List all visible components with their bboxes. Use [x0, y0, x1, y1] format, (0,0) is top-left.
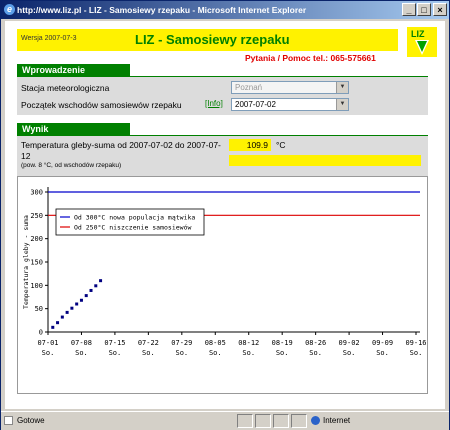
result-value: 109.9 — [229, 139, 271, 151]
x-tick-label: 09-16 — [405, 339, 426, 347]
window-title: http://www.liz.pl - LIZ - Samosiewy rzep… — [17, 5, 307, 15]
data-point — [79, 298, 83, 302]
x-tick-day-label: So. — [276, 349, 289, 357]
data-point — [99, 279, 103, 283]
y-tick-label: 150 — [30, 259, 43, 267]
x-tick-label: 08-12 — [238, 339, 259, 347]
x-tick-day-label: So. — [175, 349, 188, 357]
x-tick-day-label: So. — [42, 349, 55, 357]
legend-label: Od 300°C nowa populacja mątwika — [74, 214, 195, 222]
x-tick-day-label: So. — [242, 349, 255, 357]
y-tick-label: 100 — [30, 282, 43, 290]
globe-icon — [311, 416, 320, 425]
status-cell — [237, 414, 253, 428]
close-button[interactable]: × — [433, 3, 447, 16]
x-tick-day-label: So. — [309, 349, 322, 357]
chevron-down-icon: ▼ — [336, 82, 348, 93]
data-point — [94, 284, 98, 288]
y-axis-label: Temperatura gleby - suma — [22, 215, 30, 309]
zone-label: Internet — [323, 416, 351, 425]
liz-logo: LIZ — [407, 27, 437, 57]
data-point — [56, 321, 60, 325]
result-unit: °C — [276, 140, 286, 150]
status-cell — [273, 414, 289, 428]
y-tick-label: 50 — [35, 305, 43, 313]
status-cell — [291, 414, 307, 428]
start-date-label: Początek wschodów samosiewów rzepaku — [21, 100, 182, 110]
legend-label: Od 250°C niszczenie samosiewów — [74, 224, 191, 232]
data-point — [65, 310, 69, 314]
x-tick-label: 07-22 — [138, 339, 159, 347]
title-bar: e http://www.liz.pl - LIZ - Samosiewy rz… — [1, 1, 449, 19]
x-tick-label: 07-15 — [104, 339, 125, 347]
page-icon — [4, 416, 13, 425]
temperature-chart: 0 50 100 150 200 250 300 07-01 So. 07-08 So. 07-15 S… — [22, 187, 427, 357]
help-phone: Pytania / Pomoc tel.: 065-575661 — [245, 53, 376, 63]
chevron-down-icon: ▼ — [336, 99, 348, 110]
data-point — [75, 302, 79, 306]
logo-arrow-icon — [415, 40, 429, 55]
chart-panel: 0 50 100 150 200 250 300 07-01 So. 07-08 So. 07-15 S… — [17, 176, 428, 394]
status-text: Gotowe — [17, 416, 45, 425]
data-point — [70, 306, 74, 310]
x-tick-day-label: So. — [376, 349, 389, 357]
internet-explorer-icon: e — [4, 4, 15, 15]
x-tick-label: 07-08 — [71, 339, 92, 347]
x-tick-day-label: So. — [343, 349, 356, 357]
station-label: Stacja meteorologiczna — [21, 83, 110, 93]
x-tick-day-label: So. — [75, 349, 88, 357]
y-tick-label: 200 — [30, 235, 43, 243]
header-bar: Wersja 2007-07-3 LIZ - Samosiewy rzepaku — [17, 29, 398, 51]
sum-note: (pow. 8 °C, od wschodów rzepaku) — [21, 162, 122, 169]
data-point — [60, 315, 64, 319]
y-tick-label: 300 — [30, 189, 43, 197]
maximize-button[interactable]: □ — [417, 3, 431, 16]
data-point — [84, 294, 88, 298]
station-select[interactable]: Poznań ▼ — [231, 81, 349, 94]
y-tick-label: 250 — [30, 212, 43, 220]
sum-label: Temperatura gleby-suma od 2007-07-02 do … — [21, 140, 221, 150]
station-value: Poznań — [235, 83, 263, 92]
x-tick-label: 09-02 — [339, 339, 360, 347]
page-title: LIZ - Samosiewy rzepaku — [135, 32, 290, 47]
page-content: Wersja 2007-07-3 LIZ - Samosiewy rzepaku… — [5, 21, 445, 409]
x-tick-label: 08-19 — [272, 339, 293, 347]
y-tick-label: 0 — [39, 329, 43, 337]
x-tick-label: 08-26 — [305, 339, 326, 347]
data-point — [51, 325, 55, 329]
browser-window: e http://www.liz.pl - LIZ - Samosiewy rz… — [0, 0, 450, 430]
x-tick-label: 07-01 — [37, 339, 58, 347]
x-tick-day-label: So. — [142, 349, 155, 357]
data-point — [89, 288, 93, 292]
start-date-value: 2007-07-02 — [235, 100, 276, 109]
version-label: Wersja 2007-07-3 — [21, 35, 77, 42]
result-bar — [229, 155, 421, 166]
start-date-select[interactable]: 2007-07-02 ▼ — [231, 98, 349, 111]
x-tick-day-label: So. — [209, 349, 222, 357]
minimize-button[interactable]: _ — [402, 3, 416, 16]
x-tick-label: 09-09 — [372, 339, 393, 347]
sum-label-cont: 12 — [21, 151, 31, 161]
x-tick-label: 08-05 — [205, 339, 226, 347]
x-tick-label: 07-29 — [171, 339, 192, 347]
info-link[interactable]: [Info] — [205, 99, 223, 108]
x-tick-day-label: So. — [109, 349, 122, 357]
status-cell — [255, 414, 271, 428]
status-bar: Gotowe Internet — [1, 411, 449, 430]
x-tick-day-label: So. — [410, 349, 423, 357]
logo-text: LIZ — [411, 29, 425, 39]
